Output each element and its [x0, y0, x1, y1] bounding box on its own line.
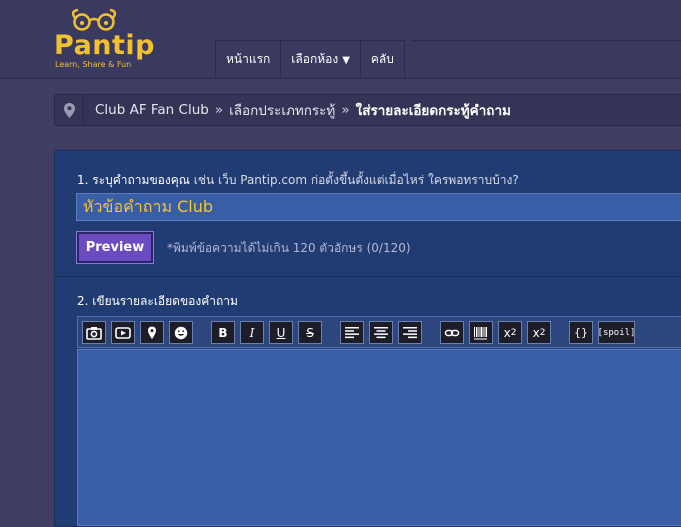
detail-editor[interactable] — [77, 349, 681, 526]
logo-tagline: Learn, Share & Fun — [55, 60, 132, 69]
subscript-button[interactable]: x2 — [527, 321, 551, 344]
editor-toolbar: B I U S x2 x2 {} [spoil] — [77, 316, 681, 348]
nav-select-room-label: เลือกห้อง — [291, 52, 339, 66]
new-topic-form: 1. ระบุคำถามของคุณ เช่น เว็บ Pantip.com … — [54, 150, 681, 527]
bold-button[interactable]: B — [211, 321, 235, 344]
section-divider — [55, 276, 681, 277]
code-button[interactable]: {} — [569, 321, 593, 344]
nav-home-label: หน้าแรก — [226, 52, 271, 66]
subscript-mark: 2 — [539, 327, 546, 338]
strikethrough-button[interactable]: S — [298, 321, 322, 344]
breadcrumb-select-type[interactable]: เลือกประเภทกระทู้ — [229, 99, 335, 121]
nav-select-room[interactable]: เลือกห้อง ▼ — [280, 40, 361, 78]
breadcrumb-current: ใส่รายละเอียดกระทู้คำถาม — [355, 103, 511, 119]
main-nav: หน้าแรก เลือกห้อง ▼ คลับ — [215, 40, 405, 78]
align-center-icon[interactable] — [369, 321, 393, 344]
align-left-icon[interactable] — [340, 321, 364, 344]
superscript-button[interactable]: x2 — [498, 321, 522, 344]
superscript-mark: 2 — [510, 327, 517, 338]
question-hint: เช่น เว็บ Pantip.com ก่อตั้งขึ้นตั้งแต่เ… — [193, 173, 519, 187]
subscript-x: x — [532, 325, 540, 340]
breadcrumb-separator: » — [341, 102, 350, 118]
emoticon-icon[interactable] — [169, 321, 193, 344]
site-header: Pantip Learn, Share & Fun หน้าแรก เลือกห… — [0, 0, 681, 79]
pantip-logo[interactable]: Pantip Learn, Share & Fun — [54, 8, 164, 72]
question-label-text: 1. ระบุคำถามของคุณ — [77, 173, 190, 187]
nav-spacer — [412, 40, 681, 79]
nav-club[interactable]: คลับ — [359, 40, 405, 78]
spoil-button[interactable]: [spoil] — [598, 321, 635, 344]
align-right-icon[interactable] — [398, 321, 422, 344]
detail-label: 2. เขียนรายละเอียดของคำถาม — [77, 294, 238, 308]
superscript-x: x — [503, 325, 511, 340]
breadcrumb-club[interactable]: Club AF Fan Club — [95, 102, 209, 118]
italic-button[interactable]: I — [240, 321, 264, 344]
title-input[interactable] — [76, 193, 681, 221]
preview-button[interactable]: Preview — [76, 231, 154, 264]
char-limit-note: *พิมพ์ข้อความได้ไม่เกิน 120 ตัวอักษร (0/… — [167, 241, 411, 255]
nav-club-label: คลับ — [370, 52, 394, 66]
youtube-icon[interactable] — [111, 321, 135, 344]
breadcrumb-separator: » — [214, 102, 224, 118]
map-pin-icon[interactable] — [140, 321, 164, 344]
logo-wordmark: Pantip — [54, 30, 155, 61]
camera-icon[interactable] — [82, 321, 106, 344]
barcode-icon[interactable] — [469, 321, 493, 344]
location-pin-icon — [55, 95, 84, 125]
underline-button[interactable]: U — [269, 321, 293, 344]
breadcrumb: Club AF Fan Club » เลือกประเภทกระทู้ » ใ… — [54, 94, 681, 126]
nav-home[interactable]: หน้าแรก — [215, 40, 282, 78]
question-label: 1. ระบุคำถามของคุณ เช่น เว็บ Pantip.com … — [77, 171, 519, 190]
link-icon[interactable] — [440, 321, 464, 344]
chevron-down-icon: ▼ — [342, 55, 350, 66]
logo-glasses-icon — [71, 8, 117, 31]
